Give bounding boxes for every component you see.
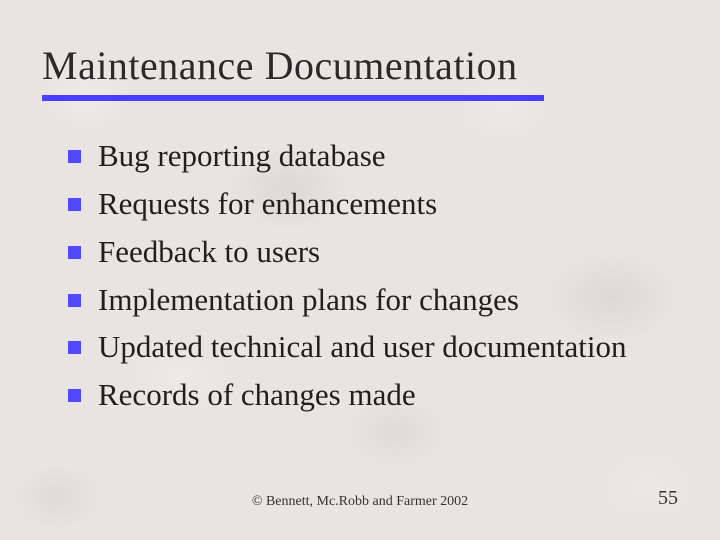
list-item: Records of changes made [68, 374, 678, 416]
footer: © Bennett, Mc.Robb and Farmer 2002 55 [42, 482, 678, 510]
title-underline [42, 95, 544, 101]
slide-title: Maintenance Documentation [42, 42, 678, 89]
page-number: 55 [658, 487, 678, 510]
list-item: Feedback to users [68, 231, 678, 273]
slide: Maintenance Documentation Bug reporting … [0, 0, 720, 540]
list-item: Requests for enhancements [68, 183, 678, 225]
copyright-text: © Bennett, Mc.Robb and Farmer 2002 [252, 494, 468, 510]
list-item: Implementation plans for changes [68, 279, 678, 321]
list-item: Bug reporting database [68, 135, 678, 177]
bullet-list: Bug reporting database Requests for enha… [42, 135, 678, 422]
list-item: Updated technical and user documentation [68, 326, 678, 368]
